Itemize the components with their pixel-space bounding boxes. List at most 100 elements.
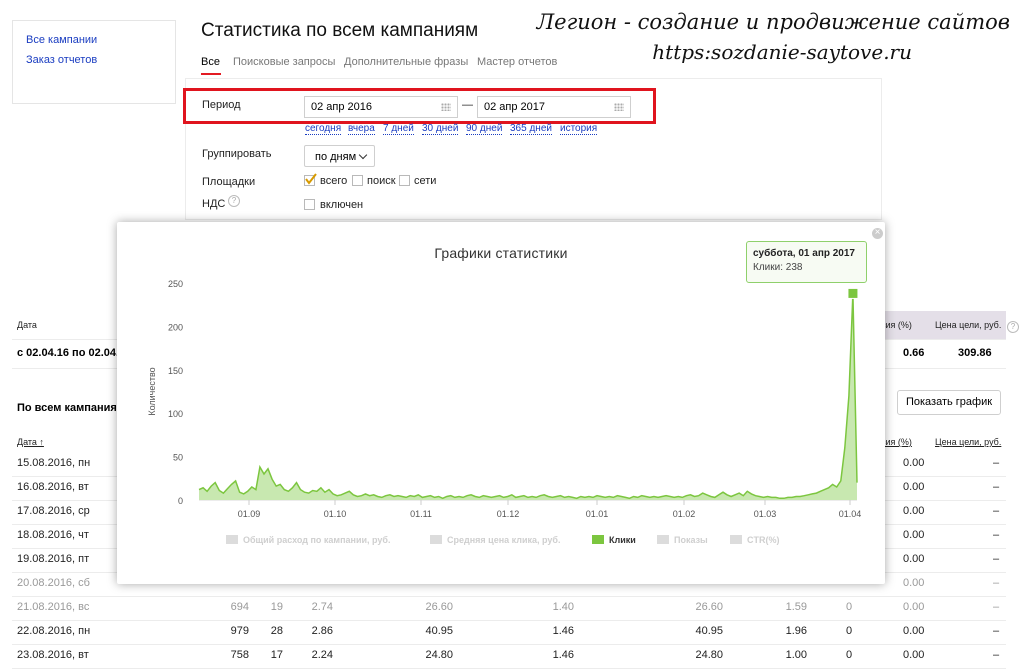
- row-date: 16.08.2016, вт: [17, 481, 89, 493]
- date-from-field[interactable]: 02 апр 2016: [304, 96, 458, 118]
- checkbox-search[interactable]: [352, 175, 363, 186]
- row-value: 2.24: [311, 649, 333, 661]
- nav-order-reports[interactable]: Заказ отчетов: [26, 54, 97, 66]
- row-date: 23.08.2016, вт: [17, 649, 89, 661]
- summary-period: с 02.04.16 по 02.04.: [17, 347, 120, 359]
- legend-label: CTR(%): [747, 535, 780, 545]
- summary-goal-price: 309.86: [958, 347, 992, 359]
- legend-label: Общий расход по кампании, руб.: [243, 535, 391, 545]
- clicks-area: [199, 293, 857, 500]
- row-value: 24.80: [425, 649, 453, 661]
- quick-90days[interactable]: 90 дней: [466, 123, 503, 135]
- help-icon[interactable]: ?: [228, 195, 240, 207]
- tab-additional-phrases[interactable]: Дополнительные фразы: [344, 56, 468, 68]
- row-conversion: 0.00: [903, 505, 925, 517]
- daily-goal-price-header[interactable]: Цена цели, руб.: [935, 437, 1001, 447]
- quick-history[interactable]: история: [560, 123, 598, 135]
- row-value: 694: [230, 601, 249, 613]
- row-conversion: 0.00: [903, 577, 925, 589]
- legend-swatch: [226, 535, 238, 544]
- tab-all[interactable]: Все: [201, 56, 220, 68]
- row-value: 26.60: [425, 601, 453, 613]
- y-tick-label: 0: [178, 496, 183, 506]
- date-to-field[interactable]: 02 апр 2017: [477, 96, 631, 118]
- legend-impressions[interactable]: Показы: [657, 535, 708, 545]
- x-tick-label: 01.02: [673, 509, 696, 519]
- tab-report-wizard[interactable]: Мастер отчетов: [477, 56, 557, 68]
- chevron-down-icon: [358, 150, 368, 160]
- divider: [12, 596, 1006, 597]
- checkmark-icon: [305, 173, 317, 185]
- y-tick-label: 200: [168, 322, 183, 332]
- row-value: 40.95: [425, 625, 453, 637]
- checkbox-all[interactable]: [304, 173, 317, 186]
- group-select-value: по дням: [315, 151, 357, 163]
- clicks-line: [198, 293, 858, 500]
- row-value: 1.46: [552, 649, 574, 661]
- help-icon[interactable]: ?: [1007, 321, 1019, 333]
- brand-line-2: https:sozdanie-saytove.ru: [652, 40, 912, 64]
- y-tick-label: 50: [173, 453, 183, 463]
- legend-clicks[interactable]: Клики: [592, 535, 636, 545]
- legend-ctr[interactable]: CTR(%): [730, 535, 780, 545]
- tooltip-value: Клики: 238: [753, 262, 803, 273]
- row-value: 1.59: [785, 601, 807, 613]
- row-value: 1.96: [785, 625, 807, 637]
- checkbox-vat-label: включен: [320, 199, 364, 211]
- checkbox-networks-label: сети: [414, 175, 437, 187]
- tab-search-queries[interactable]: Поисковые запросы: [233, 56, 335, 68]
- checkbox-networks[interactable]: [399, 175, 410, 186]
- group-select[interactable]: по дням: [304, 145, 375, 167]
- y-axis-label: Количество: [147, 367, 157, 415]
- nav-all-campaigns[interactable]: Все кампании: [26, 34, 97, 46]
- x-tick-label: 01.10: [324, 509, 347, 519]
- legend-avg-cpc[interactable]: Средняя цена клика, руб.: [430, 535, 560, 545]
- legend-swatch: [430, 535, 442, 544]
- row-value: 2.86: [311, 625, 333, 637]
- row-goal-price: –: [993, 577, 1000, 589]
- row-value: 2.74: [311, 601, 333, 613]
- quick-365days[interactable]: 365 дней: [510, 123, 552, 135]
- row-conversion: 0.00: [903, 601, 925, 613]
- row-value: 0: [846, 649, 853, 661]
- divider: [12, 620, 1006, 621]
- row-value: 1.00: [785, 649, 807, 661]
- row-value: 26.60: [695, 601, 723, 613]
- x-tick-label: 01.12: [497, 509, 520, 519]
- row-conversion: 0.00: [903, 529, 925, 541]
- row-conversion: 0.00: [903, 481, 925, 493]
- quick-30days[interactable]: 30 дней: [422, 123, 459, 135]
- summary-goal-price-header: Цена цели, руб.: [935, 320, 1002, 330]
- checkbox-vat[interactable]: [304, 199, 315, 210]
- legend-swatch: [657, 535, 669, 544]
- legend-total-spend[interactable]: Общий расход по кампании, руб.: [226, 535, 390, 545]
- row-date: 20.08.2016, сб: [17, 577, 90, 589]
- row-value: 40.95: [695, 625, 723, 637]
- row-goal-price: –: [993, 457, 1000, 469]
- daily-date-header[interactable]: Дата ↑: [17, 437, 44, 447]
- period-label: Период: [202, 99, 241, 111]
- divider: [12, 644, 1006, 645]
- brand-line-1: Легион - создание и продвижение сайтов: [536, 10, 1010, 34]
- checkbox-search-label: поиск: [367, 175, 396, 187]
- page-title: Статистика по всем кампаниям: [201, 20, 479, 41]
- legend-swatch: [592, 535, 604, 544]
- quick-yesterday[interactable]: вчера: [348, 123, 375, 135]
- active-tab-indicator: [201, 73, 221, 75]
- chart-tooltip: суббота, 01 апр 2017 Клики: 238: [746, 241, 867, 283]
- y-tick-label: 100: [168, 409, 183, 419]
- calendar-icon[interactable]: [614, 103, 624, 111]
- divider: [12, 668, 1006, 669]
- show-chart-button[interactable]: Показать график: [897, 390, 1001, 415]
- calendar-icon[interactable]: [441, 103, 451, 111]
- summary-date-header: Дата: [17, 320, 37, 330]
- row-date: 15.08.2016, пн: [17, 457, 91, 469]
- row-goal-price: –: [993, 649, 1000, 661]
- y-tick-label: 150: [168, 366, 183, 376]
- row-value: 758: [230, 649, 249, 661]
- quick-today[interactable]: сегодня: [305, 123, 342, 135]
- legend-swatch: [730, 535, 742, 544]
- date-to-value: 02 апр 2017: [484, 101, 546, 113]
- row-value: 17: [270, 649, 283, 661]
- quick-7days[interactable]: 7 дней: [383, 123, 414, 135]
